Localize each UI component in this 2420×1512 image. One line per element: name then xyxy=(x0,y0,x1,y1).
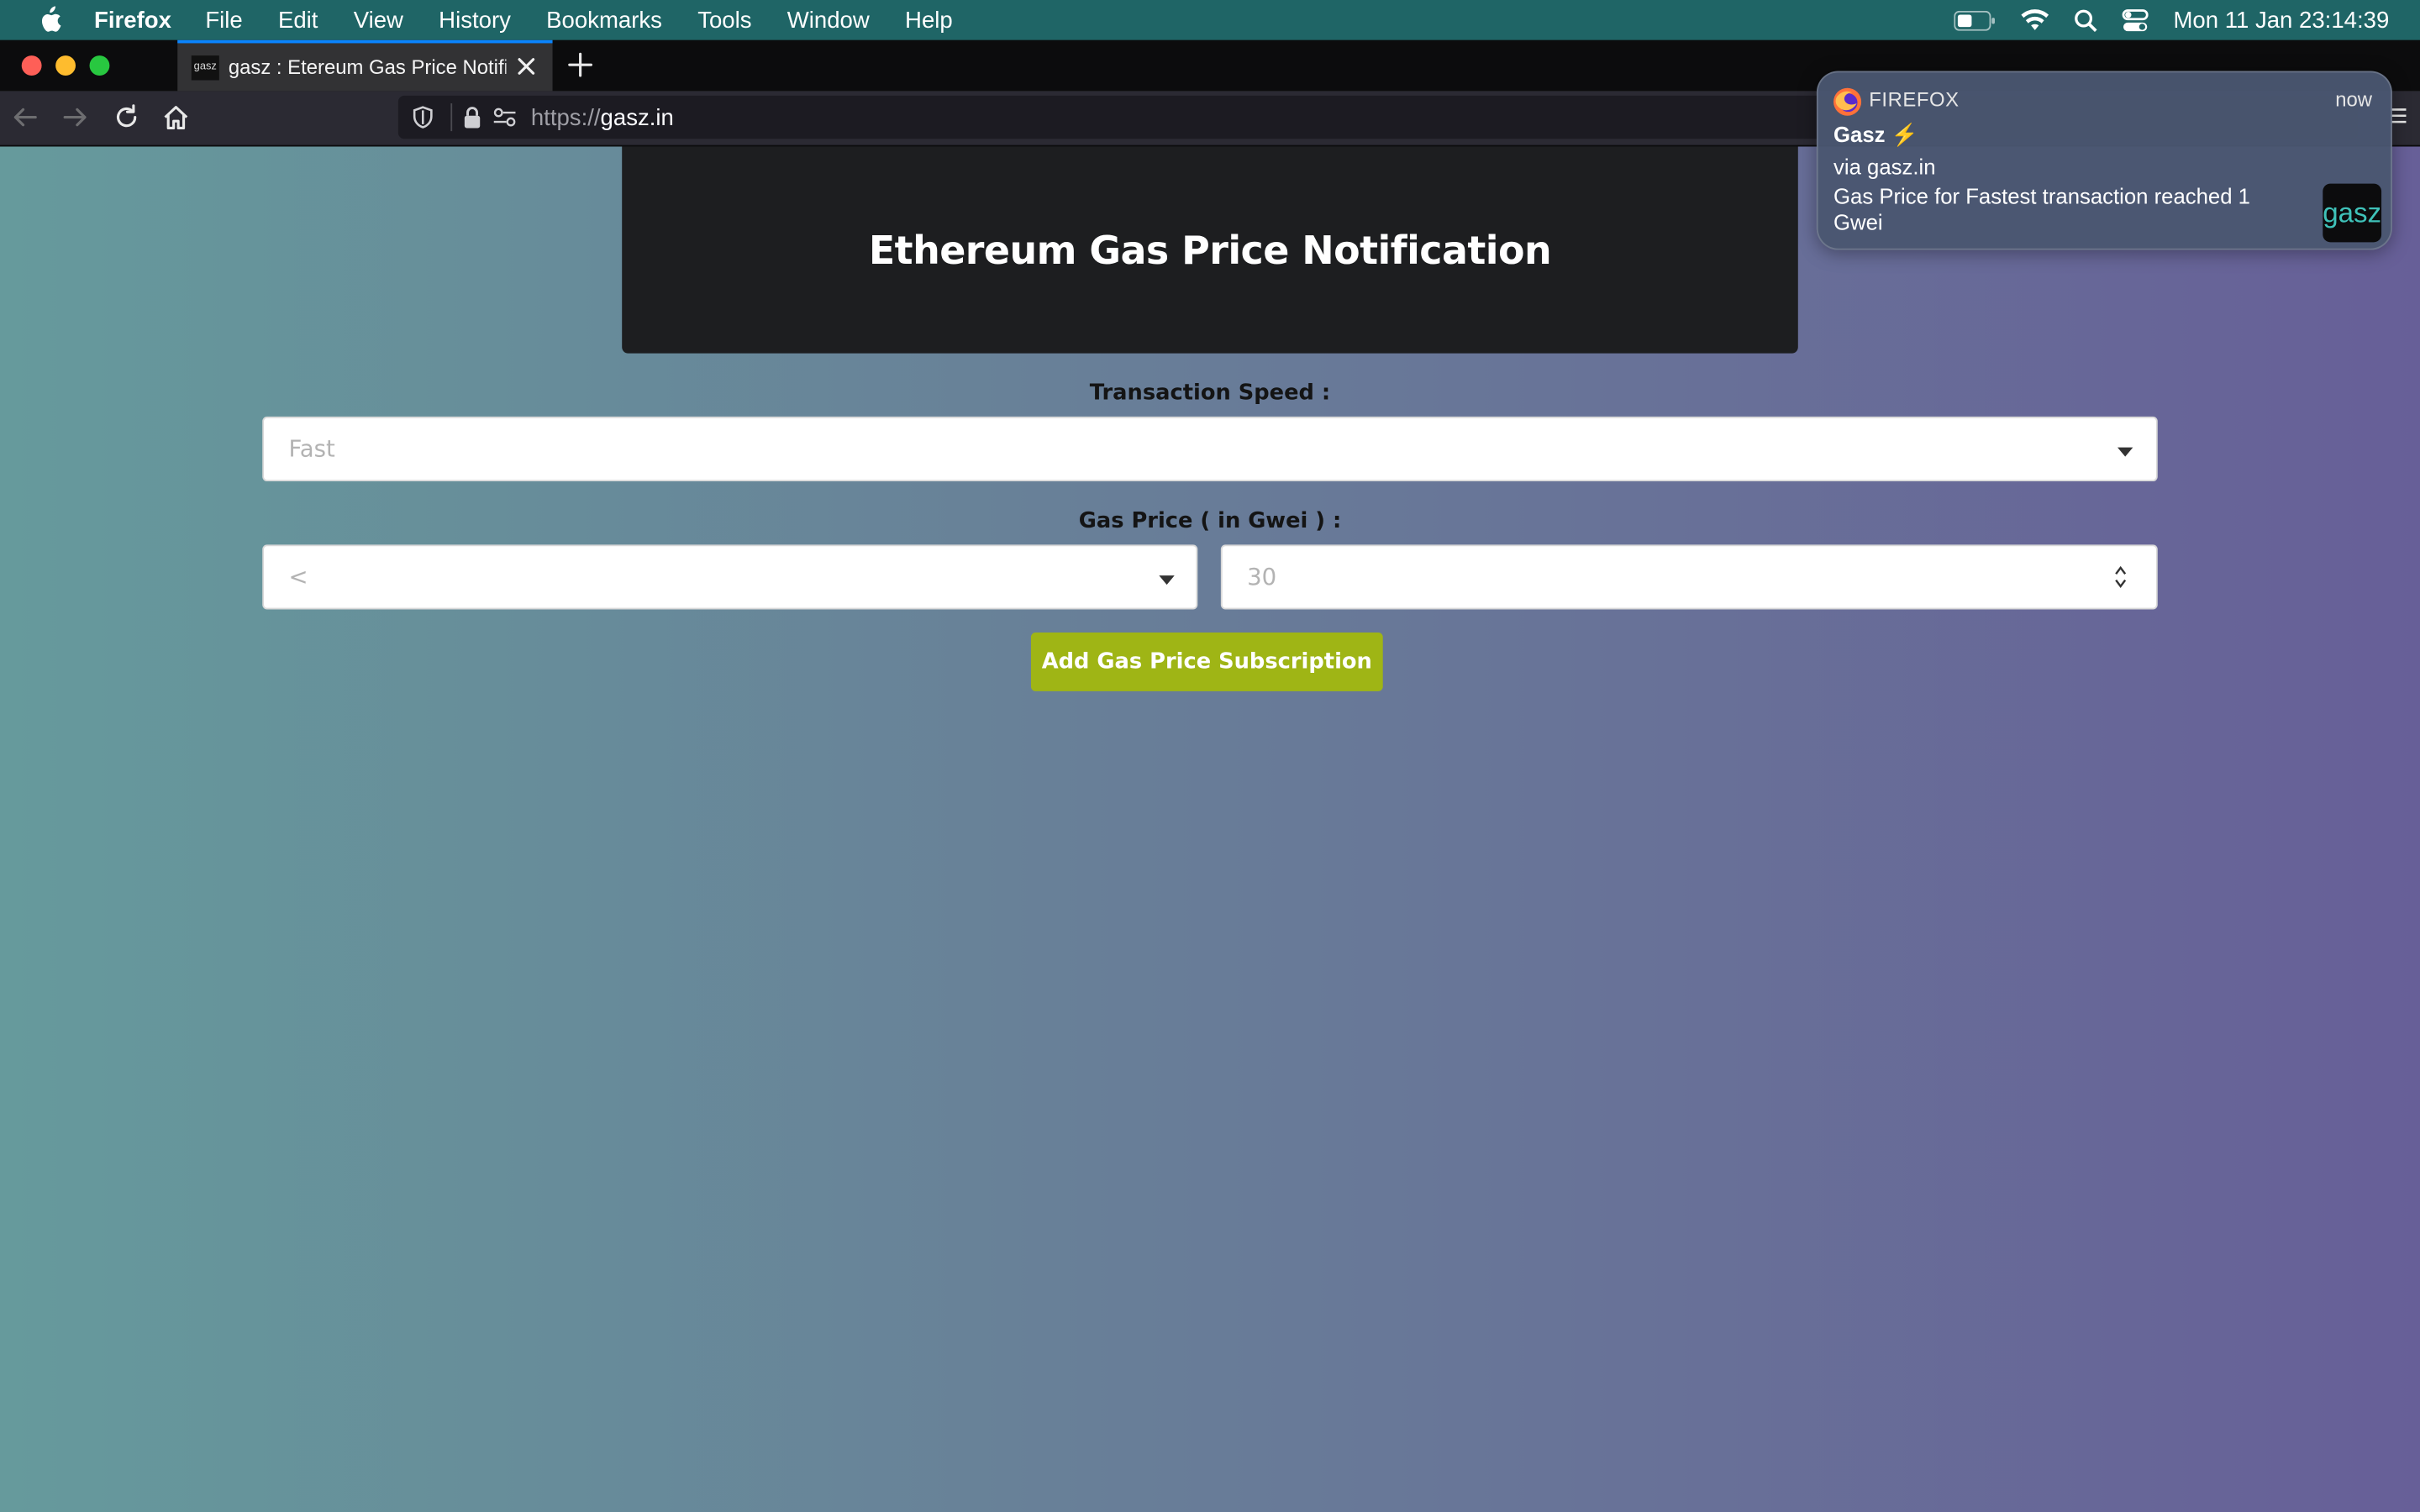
page-content: Ethereum Gas Price Notification Transact… xyxy=(0,146,2420,1512)
notification-time: now xyxy=(2335,87,2373,112)
menu-file[interactable]: File xyxy=(205,7,242,33)
minimize-window-button[interactable] xyxy=(55,55,76,76)
chevron-down-icon xyxy=(1159,575,1175,585)
back-arrow-icon[interactable] xyxy=(11,103,39,131)
number-spinner-icon[interactable] xyxy=(2112,563,2128,591)
new-tab-plus-icon[interactable] xyxy=(566,51,594,79)
tab-close-icon[interactable] xyxy=(514,54,539,78)
menu-tools[interactable]: Tools xyxy=(697,7,751,33)
transaction-speed-value: Fast xyxy=(288,434,335,464)
menu-bar: Firefox File Edit View History Bookmarks… xyxy=(0,0,2420,40)
notification-app-name: FIREFOX xyxy=(1869,87,1960,112)
transaction-speed-label: Transaction Speed : xyxy=(1089,381,1331,407)
status-area: Mon 11 Jan 23:14:39 xyxy=(1929,0,2389,40)
gas-price-value: 30 xyxy=(1247,563,1277,591)
notification-title-text: Gasz xyxy=(1833,122,1886,147)
comparator-value: < xyxy=(288,563,308,591)
lightning-bolt-icon: ⚡ xyxy=(1891,122,1918,147)
firefox-icon xyxy=(1833,87,1862,116)
url-text[interactable]: https://gasz.in xyxy=(531,105,674,131)
close-window-button[interactable] xyxy=(21,55,42,76)
gas-price-input[interactable]: 30 xyxy=(1220,544,2158,610)
notification-thumbnail: gasz xyxy=(2323,183,2381,243)
battery-icon[interactable] xyxy=(1954,9,1996,30)
menu-window[interactable]: Window xyxy=(787,7,870,33)
notification-title: Gasz ⚡ xyxy=(1833,122,1918,148)
tab-title: gasz : Etereum Gas Price Notifi xyxy=(228,55,507,79)
menu-view[interactable]: View xyxy=(354,7,403,33)
forward-arrow-icon[interactable] xyxy=(61,103,89,131)
menu-edit[interactable]: Edit xyxy=(278,7,318,33)
home-icon[interactable] xyxy=(162,103,190,131)
wifi-icon[interactable] xyxy=(2021,9,2050,31)
tab-gasz[interactable]: gasz gasz : Etereum Gas Price Notifi xyxy=(177,39,553,92)
system-notification[interactable]: FIREFOX now Gasz ⚡ via gasz.in Gas Price … xyxy=(1816,71,2392,250)
add-gas-price-subscription-button[interactable]: Add Gas Price Subscription xyxy=(1030,633,1383,691)
notification-source: via gasz.in xyxy=(1833,154,1936,180)
menu-history[interactable]: History xyxy=(439,7,511,33)
transaction-speed-select[interactable]: Fast xyxy=(262,416,2158,482)
comparator-select[interactable]: < xyxy=(262,544,1198,610)
lock-icon[interactable] xyxy=(460,105,484,129)
spotlight-search-icon[interactable] xyxy=(2075,8,2098,32)
url-protocol: https:// xyxy=(530,104,601,132)
menu-bookmarks[interactable]: Bookmarks xyxy=(546,7,662,33)
control-center-icon[interactable] xyxy=(2122,8,2149,32)
gas-price-label: Gas Price ( in Gwei ) : xyxy=(1078,509,1342,534)
apple-icon[interactable] xyxy=(34,6,65,34)
reload-icon[interactable] xyxy=(113,103,140,131)
urlbar-divider xyxy=(450,103,453,132)
menu-firefox[interactable]: Firefox xyxy=(94,7,171,33)
zoom-window-button[interactable] xyxy=(89,55,110,76)
screen: Firefox File Edit View History Bookmarks… xyxy=(0,0,2420,1512)
notification-body: Gas Price for Fastest transaction reache… xyxy=(1833,183,2250,235)
menu-help[interactable]: Help xyxy=(905,7,953,33)
page-title: Ethereum Gas Price Notification xyxy=(868,227,1552,273)
tab-favicon: gasz xyxy=(191,55,219,80)
chevron-down-icon xyxy=(2118,447,2133,457)
menubar-clock[interactable]: Mon 11 Jan 23:14:39 xyxy=(2173,7,2389,33)
page-header: Ethereum Gas Price Notification xyxy=(622,146,1798,354)
url-host: gasz.in xyxy=(600,104,674,132)
permissions-icon[interactable] xyxy=(492,105,517,129)
tracking-protection-shield-icon[interactable] xyxy=(411,105,435,129)
